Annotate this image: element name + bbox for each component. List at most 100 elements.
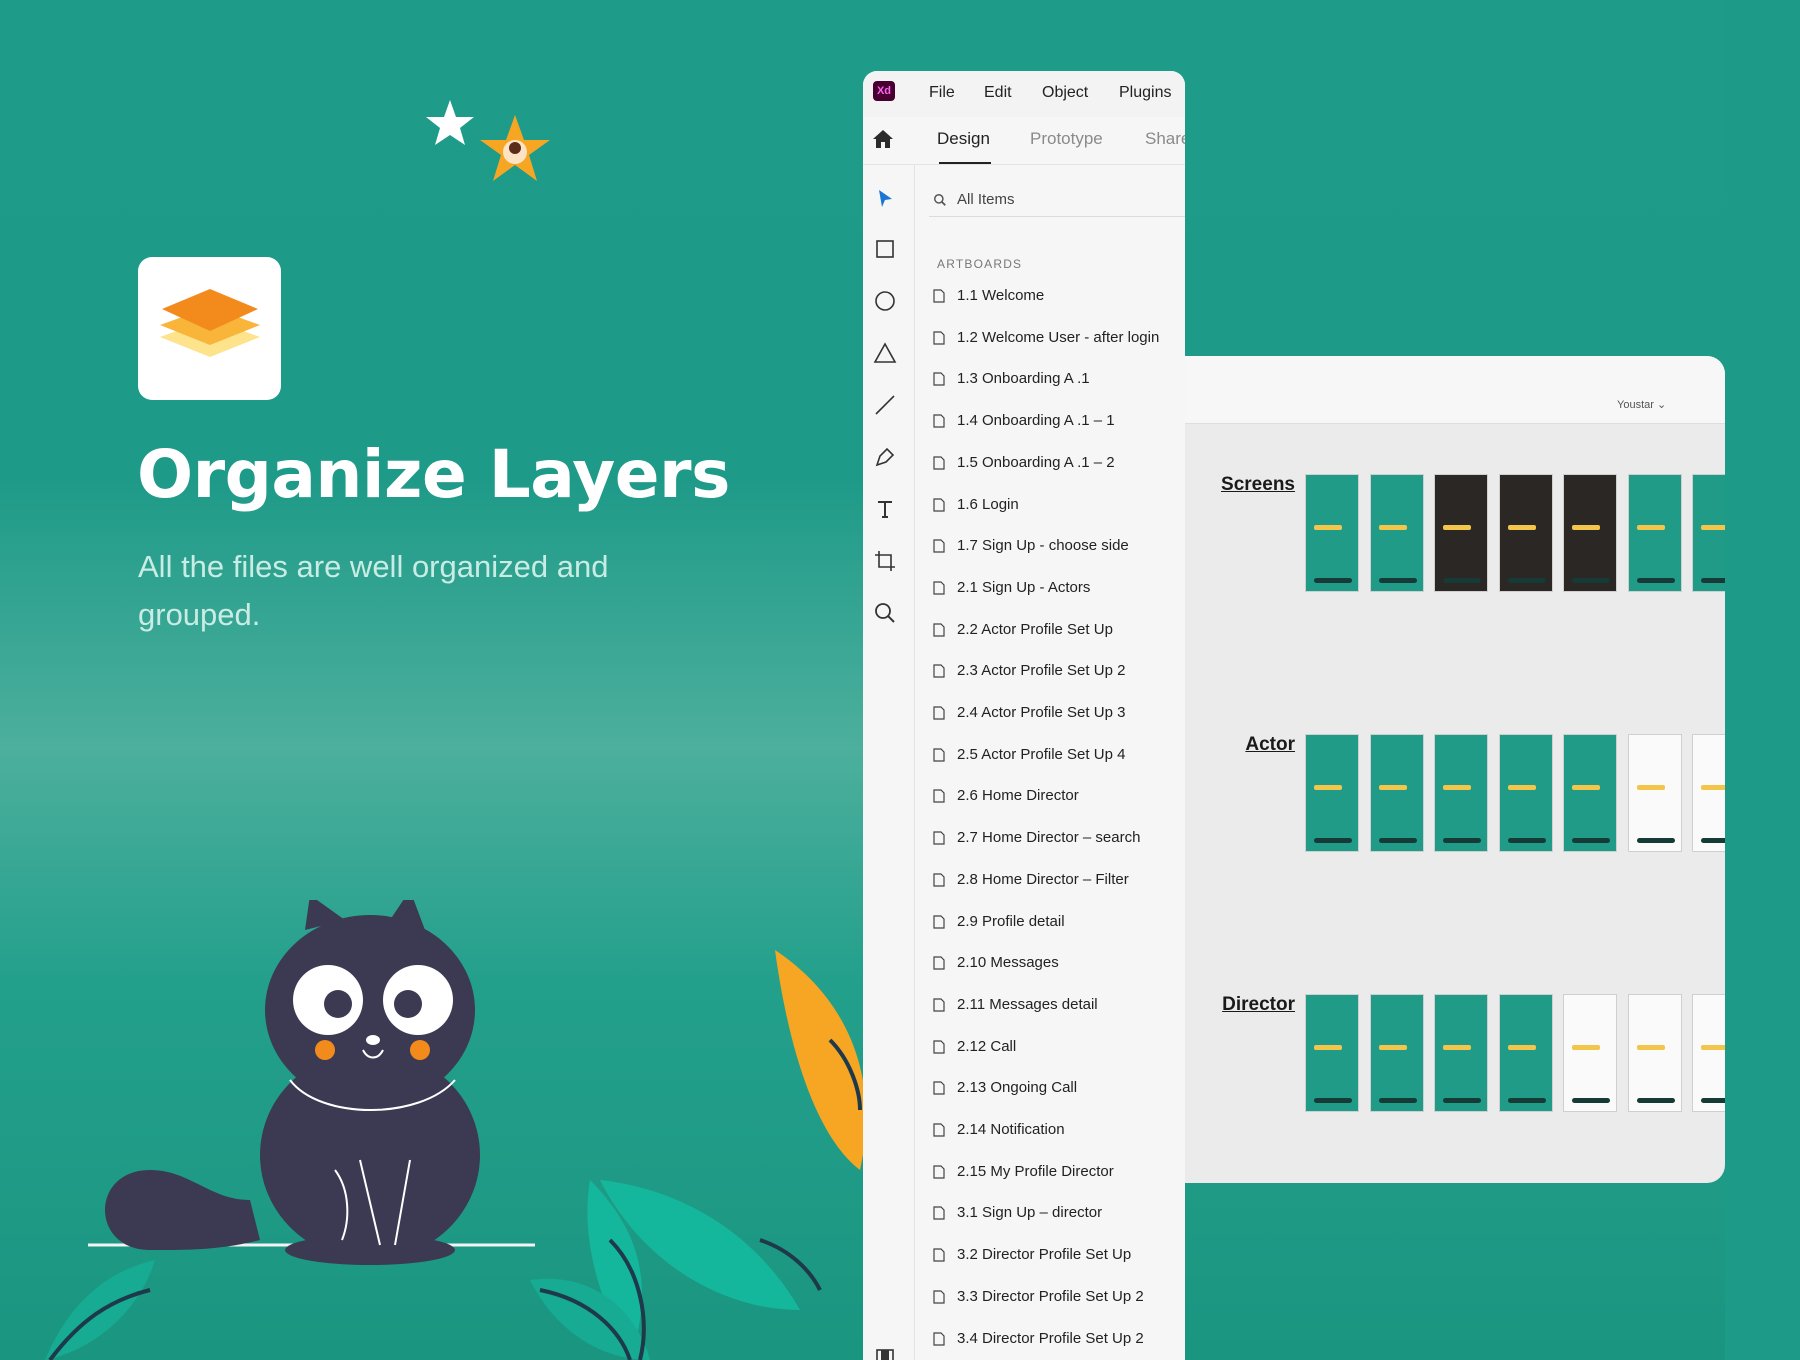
artboard-item-label: 1.5 Onboarding A .1 – 2 (957, 453, 1115, 471)
cat-illustration-icon (88, 900, 535, 1265)
artboard-item[interactable]: 2.10 Messages (933, 950, 1183, 978)
artboard-item[interactable]: 3.3 Director Profile Set Up 2 (933, 1284, 1183, 1312)
artboard-item[interactable]: 2.8 Home Director – Filter (933, 867, 1183, 895)
artboard-item[interactable]: 1.6 Login (933, 492, 1183, 520)
artboard-item-label: 2.7 Home Director – search (957, 829, 1141, 847)
assets-icon[interactable] (873, 1347, 897, 1360)
thumbnail-logo (1443, 1045, 1471, 1050)
artboard-file-icon (933, 581, 945, 595)
artboard-item[interactable]: 2.9 Profile detail (933, 909, 1183, 937)
text-icon[interactable] (873, 497, 897, 521)
artboard-thumbnail[interactable] (1305, 994, 1359, 1112)
artboard-item[interactable]: 2.4 Actor Profile Set Up 3 (933, 700, 1183, 728)
artboard-thumbnail[interactable] (1369, 734, 1424, 852)
artboard-item-label: 2.8 Home Director – Filter (957, 870, 1129, 888)
artboard-thumbnail[interactable] (1627, 994, 1682, 1112)
canvas-user-menu[interactable]: Youstar ⌄ (1617, 398, 1666, 411)
ellipse-icon[interactable] (873, 289, 897, 313)
artboard-item[interactable]: 2.11 Messages detail (933, 992, 1183, 1020)
artboard-thumbnail-row (1305, 994, 1725, 1116)
artboard-thumbnail[interactable] (1434, 474, 1488, 592)
polygon-icon[interactable] (873, 341, 897, 365)
artboard-thumbnail[interactable] (1305, 474, 1359, 592)
artboard-item[interactable]: 2.5 Actor Profile Set Up 4 (933, 742, 1183, 770)
artboard-item-label: 2.11 Messages detail (957, 995, 1098, 1013)
home-icon[interactable] (871, 127, 895, 151)
artboard-item[interactable]: 3.1 Sign Up – director (933, 1200, 1183, 1228)
tab-design[interactable]: Design (937, 129, 990, 149)
artboard-item[interactable]: 1.2 Welcome User - after login (933, 325, 1183, 353)
artboard-thumbnail[interactable] (1563, 474, 1617, 592)
thumbnail-button (1572, 838, 1610, 843)
artboard-item[interactable]: 1.7 Sign Up - choose side (933, 533, 1183, 561)
artboard-thumbnail-row (1305, 474, 1725, 596)
artboard-thumbnail[interactable] (1692, 474, 1725, 592)
rectangle-icon[interactable] (873, 237, 897, 261)
artboard-file-icon (933, 539, 945, 553)
artboard-item[interactable]: 2.2 Actor Profile Set Up (933, 617, 1183, 645)
artboard-item-label: 3.3 Director Profile Set Up 2 (957, 1287, 1144, 1305)
artboard-item[interactable]: 3.4 Director Profile Set Up 2 (933, 1326, 1183, 1354)
artboard-file-icon (933, 414, 945, 428)
thumbnail-button (1636, 578, 1675, 583)
artboard-item[interactable]: 3.2 Director Profile Set Up (933, 1242, 1183, 1270)
artboard-thumbnail[interactable] (1434, 734, 1488, 852)
tab-share[interactable]: Share (1145, 129, 1185, 149)
artboard-item[interactable]: 2.6 Home Director (933, 783, 1183, 811)
artboard-thumbnail[interactable] (1692, 734, 1725, 852)
artboard-item[interactable]: 1.5 Onboarding A .1 – 2 (933, 450, 1183, 478)
menu-edit[interactable]: Edit (984, 84, 1012, 102)
page-subtitle: All the files are well organized and gro… (138, 549, 609, 632)
thumbnail-button (1378, 578, 1417, 583)
thumbnail-button (1314, 578, 1352, 583)
artboard-item[interactable]: 2.13 Ongoing Call (933, 1075, 1183, 1103)
design-canvas[interactable]: Youstar ⌄ Screens Actor Director (1185, 356, 1725, 1183)
pen-icon[interactable] (873, 445, 897, 469)
thumbnail-logo (1507, 1045, 1536, 1050)
artboard-item[interactable]: 2.15 My Profile Director (933, 1159, 1183, 1187)
artboard-item[interactable]: 2.1 Sign Up - Actors (933, 575, 1183, 603)
artboard-file-icon (933, 331, 945, 345)
artboards-section-label: ARTBOARDS (937, 257, 1023, 271)
artboard-thumbnail[interactable] (1563, 734, 1617, 852)
artboard-thumbnail[interactable] (1627, 734, 1682, 852)
artboard-thumbnail[interactable] (1434, 994, 1488, 1112)
artboard-thumbnail[interactable] (1498, 994, 1553, 1112)
zoom-icon[interactable] (873, 601, 897, 625)
artboard-thumbnail[interactable] (1498, 734, 1553, 852)
thumbnail-button (1636, 838, 1675, 843)
artboard-item[interactable]: 2.14 Notification (933, 1117, 1183, 1145)
artboard-item[interactable]: 1.3 Onboarding A .1 (933, 366, 1183, 394)
artboard-item[interactable]: 2.3 Actor Profile Set Up 2 (933, 658, 1183, 686)
artboard-thumbnail[interactable] (1369, 474, 1424, 592)
artboard-file-icon (933, 289, 945, 303)
artboard-thumbnail[interactable] (1498, 474, 1553, 592)
artboard-item[interactable]: 1.1 Welcome (933, 283, 1183, 311)
artboard-item[interactable]: 1.4 Onboarding A .1 – 1 (933, 408, 1183, 436)
artboard-thumbnail[interactable] (1369, 994, 1424, 1112)
artboard-file-icon (933, 1248, 945, 1262)
search-input[interactable]: All Items (929, 185, 1185, 217)
artboard-item[interactable]: 2.7 Home Director – search (933, 825, 1183, 853)
artboard-item-label: 3.1 Sign Up – director (957, 1204, 1103, 1222)
artboard-file-icon (933, 873, 945, 887)
stars-decoration-icon (426, 100, 550, 181)
artboard-file-icon (933, 831, 945, 845)
menu-file[interactable]: File (929, 84, 955, 102)
select-arrow-icon[interactable] (873, 187, 897, 211)
tool-bar (863, 165, 915, 1360)
line-icon[interactable] (873, 393, 897, 417)
layers-logo-icon (160, 289, 260, 357)
menu-object[interactable]: Object (1042, 84, 1088, 102)
artboard-thumbnail[interactable] (1627, 474, 1682, 592)
tab-prototype[interactable]: Prototype (1030, 129, 1103, 149)
artboard-thumbnail[interactable] (1305, 734, 1359, 852)
xd-logo-icon: Xd (873, 81, 895, 101)
artboard-thumbnail[interactable] (1563, 994, 1617, 1112)
artboard-thumbnail[interactable] (1692, 994, 1725, 1112)
artboard-icon[interactable] (873, 549, 897, 573)
artboard-item[interactable]: 2.12 Call (933, 1034, 1183, 1062)
menu-plugins[interactable]: Plugins (1119, 84, 1171, 102)
thumbnail-logo (1507, 785, 1536, 790)
group-label-director: Director (1222, 994, 1295, 1015)
